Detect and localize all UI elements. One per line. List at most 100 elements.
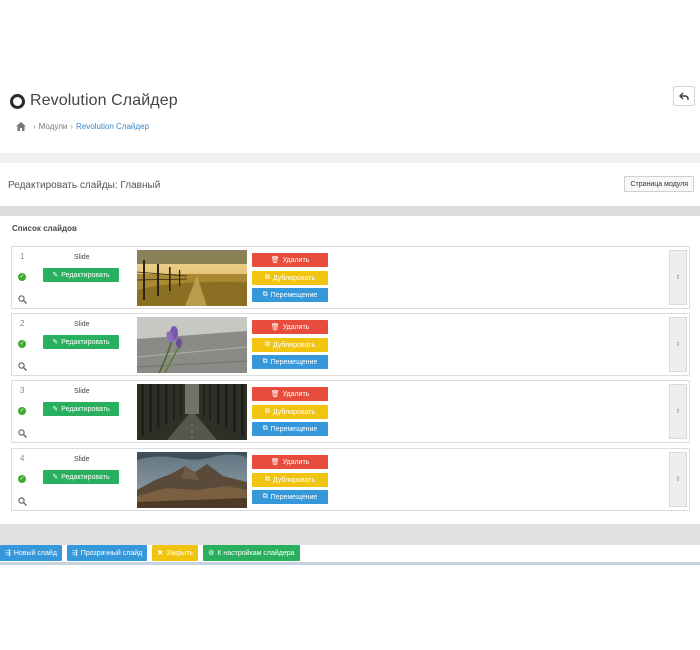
move-slide-label: Перемещение xyxy=(270,291,318,299)
duplicate-slide-button[interactable]: ⧉ Дублировать xyxy=(252,405,328,419)
slide-row: 2 ✓ Slide ✎ Редактировать 🗑 Удалить ⧉ Дубли… xyxy=(11,313,690,376)
delete-slide-label: Удалить xyxy=(282,458,310,466)
slide-name: Slide xyxy=(74,456,90,463)
edit-slide-label: Редактировать xyxy=(61,338,110,346)
move-slide-button[interactable]: ⧉ Перемещение xyxy=(252,490,328,504)
search-icon[interactable] xyxy=(18,295,27,304)
drag-handle[interactable]: ⇕ xyxy=(669,452,687,507)
breadcrumb-current[interactable]: Revolution Слайдер xyxy=(76,122,149,131)
search-icon[interactable] xyxy=(18,497,27,506)
move-slide-button[interactable]: ⧉ Перемещение xyxy=(252,422,328,436)
copy-icon: ⧉ xyxy=(264,476,270,483)
new-slide-label: Новый слайд xyxy=(13,549,57,557)
module-page-button[interactable]: Страница модуля xyxy=(624,176,694,192)
delete-slide-button[interactable]: 🗑 Удалить xyxy=(252,320,328,334)
delete-slide-label: Удалить xyxy=(282,323,310,331)
slide-number: 1 xyxy=(20,252,25,261)
divider-band xyxy=(0,524,700,545)
slide-name: Slide xyxy=(74,254,90,261)
move-icon: ⧉ xyxy=(262,358,268,365)
pencil-icon: ✎ xyxy=(52,474,59,481)
drag-handle[interactable]: ⇕ xyxy=(669,250,687,305)
add-slide-icon: ⇶ xyxy=(71,550,78,557)
close-button[interactable]: ✖ Закрыть xyxy=(152,545,199,561)
slide-thumbnail[interactable] xyxy=(137,250,247,306)
close-label: Закрыть xyxy=(166,549,194,557)
mountain-image xyxy=(137,452,247,508)
copy-icon: ⧉ xyxy=(264,274,270,281)
edit-slide-button[interactable]: ✎ Редактировать xyxy=(43,335,119,349)
duplicate-slide-label: Дублировать xyxy=(272,476,316,484)
edit-slide-label: Редактировать xyxy=(61,473,110,481)
slide-row: 1 ✓ Slide ✎ Редактировать 🗑 Удалить ⧉ Дубли… xyxy=(11,246,690,309)
move-slide-button[interactable]: ⧉ Перемещение xyxy=(252,355,328,369)
add-slide-icon: ⇶ xyxy=(5,550,11,557)
slide-name: Slide xyxy=(74,321,90,328)
duplicate-slide-label: Дублировать xyxy=(272,408,316,416)
trash-icon: 🗑 xyxy=(270,391,280,398)
divider-band xyxy=(0,153,700,163)
purple-flower-image xyxy=(137,317,247,373)
delete-slide-button[interactable]: 🗑 Удалить xyxy=(252,253,328,267)
trash-icon: 🗑 xyxy=(270,459,280,466)
copy-icon: ⧉ xyxy=(264,341,270,348)
pencil-icon: ✎ xyxy=(52,339,59,346)
home-icon[interactable] xyxy=(16,122,26,131)
circle-logo-icon xyxy=(10,93,25,109)
back-button[interactable] xyxy=(673,86,695,106)
undo-icon xyxy=(679,91,689,100)
pencil-icon: ✎ xyxy=(52,406,59,413)
drag-handle[interactable]: ⇕ xyxy=(669,384,687,439)
breadcrumb: › Модули › Revolution Слайдер xyxy=(16,122,149,131)
duplicate-slide-button[interactable]: ⧉ Дублировать xyxy=(252,271,328,285)
bottom-toolbar: ⇶ Новый слайд ⇶ Прозрачный слайд ✖ Закрыть … xyxy=(0,545,305,561)
page-title-text: Revolution Слайдер xyxy=(30,92,178,109)
new-slide-button[interactable]: ⇶ Новый слайд xyxy=(0,545,62,561)
move-slide-button[interactable]: ⧉ Перемещение xyxy=(252,288,328,302)
search-icon[interactable] xyxy=(18,429,27,438)
delete-slide-button[interactable]: 🗑 Удалить xyxy=(252,387,328,401)
page-title: Revolution Слайдер xyxy=(10,92,178,110)
slider-settings-button[interactable]: ⚙ К настройкам слайдера xyxy=(203,545,300,561)
edit-slide-button[interactable]: ✎ Редактировать xyxy=(43,470,119,484)
transparent-slide-label: Прозрачный слайд xyxy=(80,549,143,557)
slide-thumbnail[interactable] xyxy=(137,317,247,373)
gear-icon: ⚙ xyxy=(208,550,215,557)
field-fence-image xyxy=(137,250,247,306)
check-icon: ✓ xyxy=(18,407,26,415)
delete-slide-label: Удалить xyxy=(282,390,310,398)
edit-slide-button[interactable]: ✎ Редактировать xyxy=(43,268,119,282)
breadcrumb-separator: › xyxy=(70,122,73,131)
move-icon: ⧉ xyxy=(262,425,268,432)
breadcrumb-modules[interactable]: Модули xyxy=(39,122,68,131)
search-icon[interactable] xyxy=(18,362,27,371)
slide-number: 4 xyxy=(20,454,25,463)
check-icon: ✓ xyxy=(18,273,26,281)
copy-icon: ⧉ xyxy=(264,408,270,415)
slide-row: 3 ✓ Slide ✎ Редактировать 🗑 Удалить ⧉ Ду… xyxy=(11,380,690,443)
delete-slide-label: Удалить xyxy=(282,256,310,264)
delete-slide-button[interactable]: 🗑 Удалить xyxy=(252,455,328,469)
duplicate-slide-button[interactable]: ⧉ Дублировать xyxy=(252,473,328,487)
move-slide-label: Перемещение xyxy=(270,493,318,501)
slide-number: 2 xyxy=(20,319,25,328)
slide-name: Slide xyxy=(74,388,90,395)
slide-list-title: Список слайдов xyxy=(12,224,77,233)
duplicate-slide-button[interactable]: ⧉ Дублировать xyxy=(252,338,328,352)
edit-slide-label: Редактировать xyxy=(61,405,110,413)
slide-thumbnail[interactable] xyxy=(137,452,247,508)
transparent-slide-button[interactable]: ⇶ Прозрачный слайд xyxy=(66,545,148,561)
footer-divider xyxy=(0,562,700,565)
slider-settings-label: К настройкам слайдера xyxy=(217,549,295,557)
slide-thumbnail[interactable] xyxy=(137,384,247,440)
duplicate-slide-label: Дублировать xyxy=(272,341,316,349)
drag-handle[interactable]: ⇕ xyxy=(669,317,687,372)
edit-slide-button[interactable]: ✎ Редактировать xyxy=(43,402,119,416)
check-icon: ✓ xyxy=(18,475,26,483)
trash-icon: 🗑 xyxy=(270,324,280,331)
edit-title: Редактировать слайды: Главный xyxy=(8,180,161,191)
move-icon: ⧉ xyxy=(262,291,268,298)
slide-number: 3 xyxy=(20,386,25,395)
edit-slide-label: Редактировать xyxy=(61,271,110,279)
check-icon: ✓ xyxy=(18,340,26,348)
